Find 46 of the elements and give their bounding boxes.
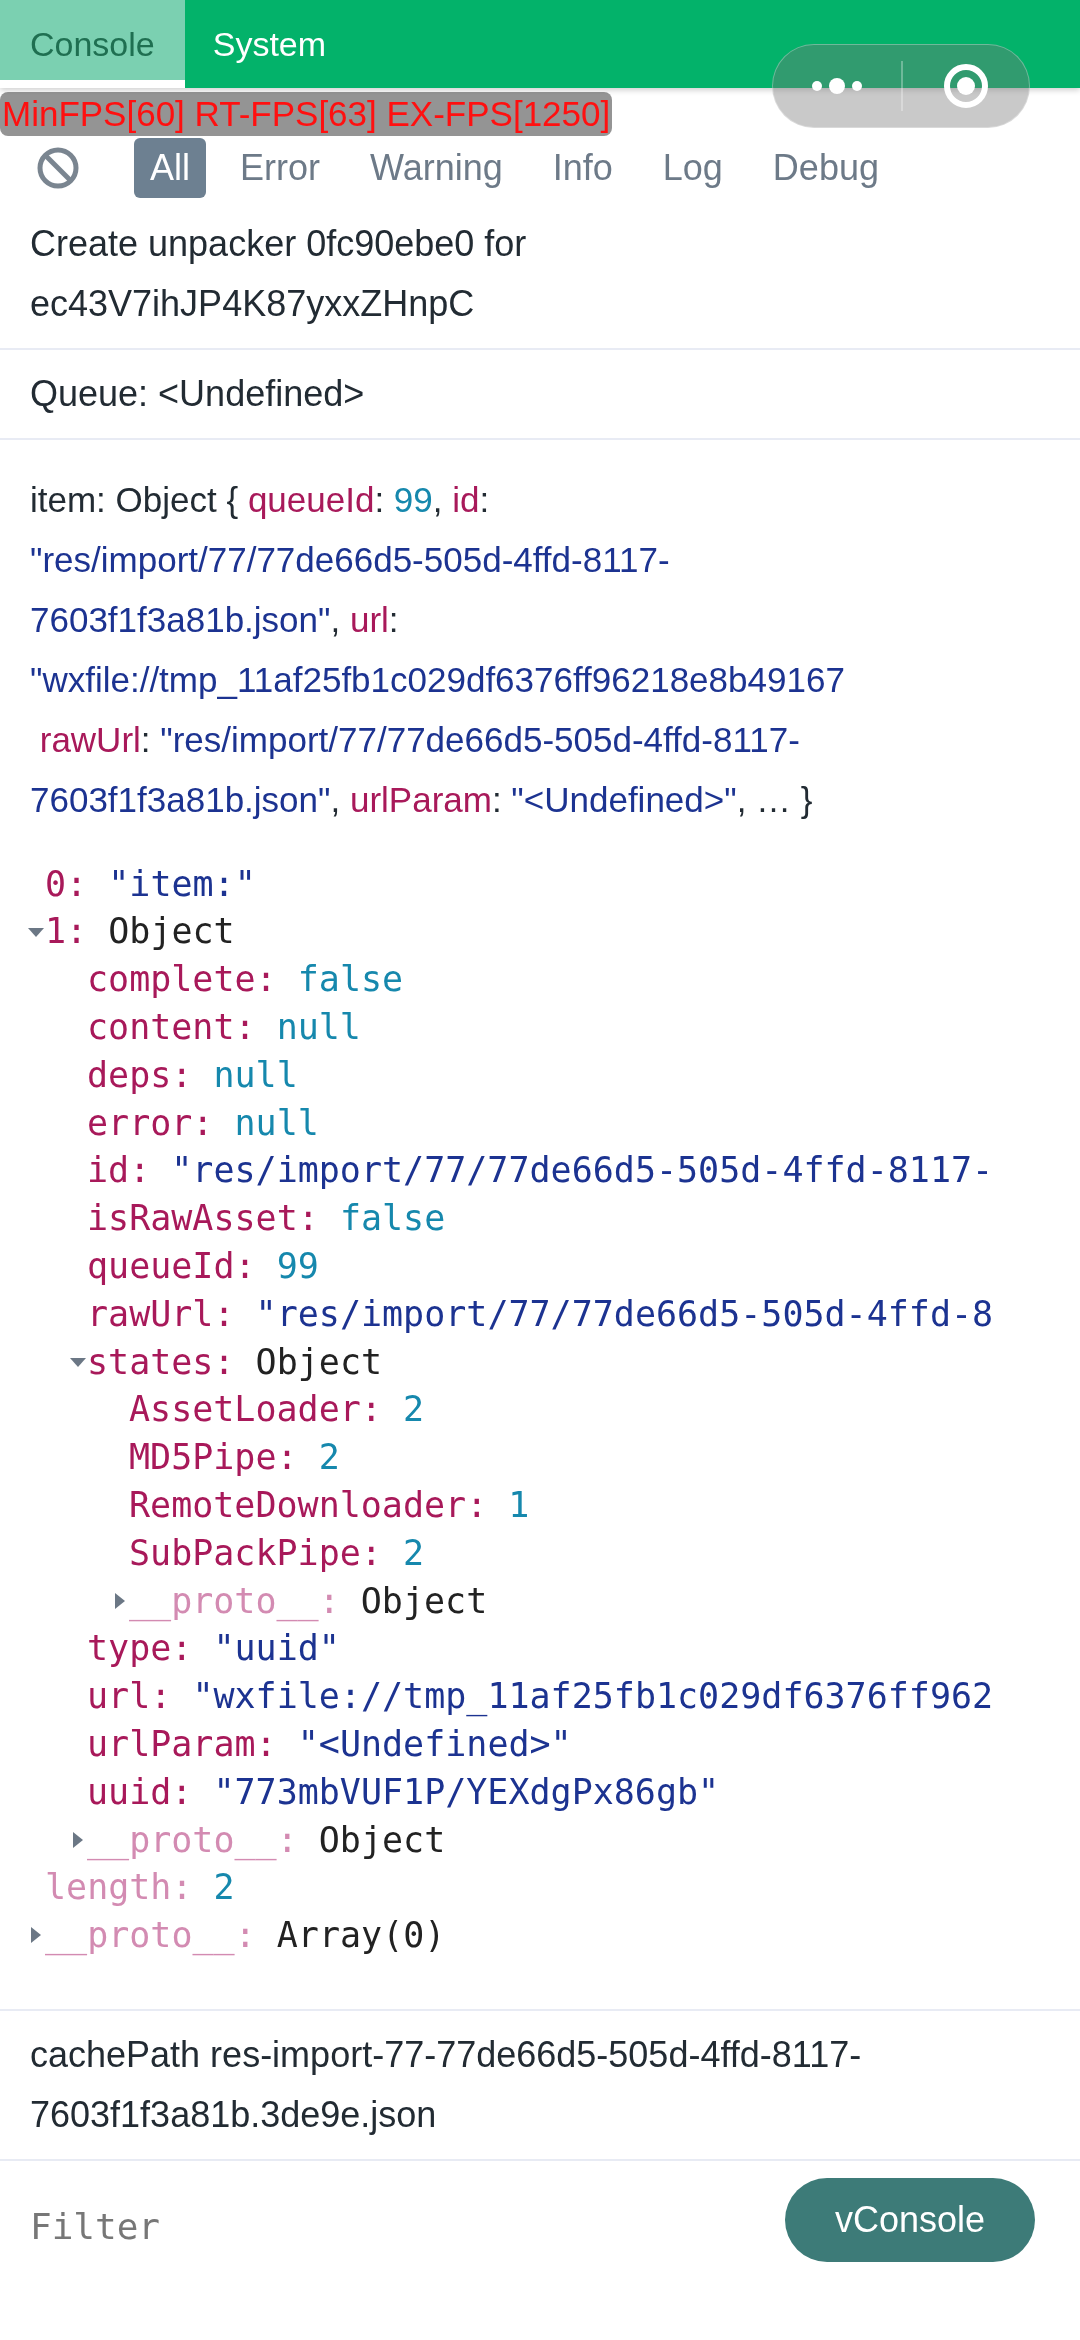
filter-field[interactable]: Filter <box>30 2191 730 2262</box>
filter-tab[interactable]: Info <box>536 138 629 198</box>
object-summary-line[interactable]: 7603f1f3a81b.json", url: <box>30 590 399 650</box>
object-summary-line[interactable]: 7603f1f3a81b.json", urlParam: "<Undefined>", … } <box>30 770 813 830</box>
vconsole-button[interactable]: vConsole <box>785 2178 1035 2262</box>
tree-entry: MD5Pipe: 2 <box>129 1436 340 1480</box>
tree-entry: 0: "item:" <box>45 862 256 906</box>
tree-entry: length: 2 <box>45 1866 235 1910</box>
filter-tab[interactable]: Debug <box>756 138 895 198</box>
fps-overlay: MinFPS[60] RT-FPS[63] EX-FPS[1250] <box>0 92 613 136</box>
clear-icon <box>36 146 80 190</box>
tree-entry: type: "uuid" <box>87 1627 340 1671</box>
log-message: 7603f1f3a81b.3de9e.json <box>30 2093 437 2138</box>
filter-tab[interactable]: All <box>134 138 206 198</box>
tree-entry: RemoteDownloader: 1 <box>129 1484 530 1527</box>
log-message: ec43V7ihJP4K87yxxZHnpC <box>30 282 475 326</box>
tree-entry: AssetLoader: 2 <box>129 1388 425 1432</box>
tree-entry: urlParam: "<Undefined>" <box>87 1723 572 1766</box>
more-icon <box>809 76 865 96</box>
tree-entry[interactable]: __proto__: Array(0) <box>45 1909 446 1962</box>
log-message: Create unpacker 0fc90ebe0 for <box>30 222 527 266</box>
tree-entry[interactable]: __proto__: Object <box>129 1574 488 1628</box>
object-summary-line[interactable]: rawUrl: "res/import/77/77de66d5-505d-4ffd-8117- <box>30 710 800 770</box>
tree-entry: SubPackPipe: 2 <box>129 1531 425 1575</box>
tree-entry: complete: false <box>87 958 404 1002</box>
tree-entry: rawUrl: "res/import/77/77de66d5-505d-4ffd-8 <box>87 1292 994 1336</box>
filter-tab[interactable]: Log <box>646 138 739 198</box>
tree-entry: uuid: "773mbVUF1P/YEXdgPx86gb" <box>87 1770 720 1814</box>
tree-entry: deps: null <box>87 1053 298 1097</box>
tree-entry: content: null <box>87 1006 361 1050</box>
tree-entry[interactable]: states: Object <box>87 1335 383 1389</box>
object-summary-line[interactable]: "wxfile://tmp_11af25fb1c029df6376ff96218e8b49167 <box>30 650 845 710</box>
tree-entry: id: "res/import/77/77de66d5-505d-4ffd-8117- <box>87 1149 994 1193</box>
log-message: cachePath res-import-77-77de66d5-505d-4ffd-8117- <box>30 2033 862 2078</box>
tree-entry[interactable]: __proto__: Object <box>87 1813 446 1867</box>
tree-entry: url: "wxfile://tmp_11af25fb1c029df6376ff962 <box>87 1675 994 1719</box>
tree-entry: queueId: 99 <box>87 1245 319 1289</box>
log-message: Queue: <Undefined> <box>30 372 365 416</box>
target-icon <box>942 62 990 110</box>
object-summary-line[interactable]: "res/import/77/77de66d5-505d-4ffd-8117- <box>30 530 670 590</box>
tree-entry: isRawAsset: false <box>87 1197 446 1241</box>
tree-entry[interactable]: 1: Object <box>45 905 235 958</box>
object-summary-line[interactable]: item: Object { queueId: 99, id: <box>30 470 490 530</box>
filter-tab[interactable]: Warning <box>354 138 519 198</box>
tree-entry: error: null <box>87 1101 319 1145</box>
filter-tab[interactable]: Error <box>224 138 336 198</box>
